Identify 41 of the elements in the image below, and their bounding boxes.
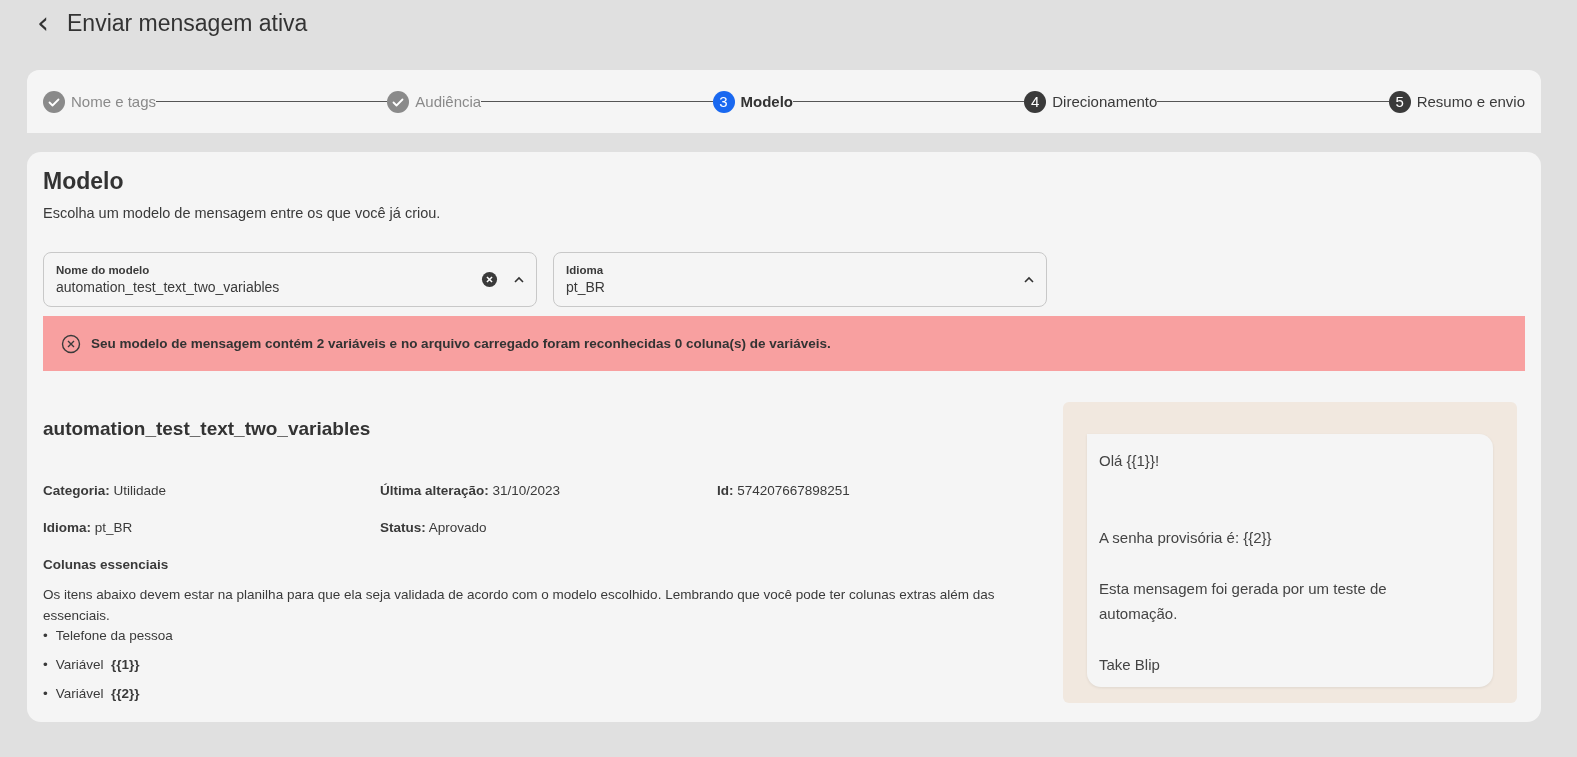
error-message: Seu modelo de mensagem contém 2 variáveis e no arquivo carregado foram reconhecidas 0 coluna(s) de variáveis. <box>91 336 831 351</box>
step-label: Modelo <box>740 93 793 110</box>
select-field[interactable]: Idioma pt_BR <box>553 252 1047 307</box>
back-button[interactable]: ‹ <box>33 8 53 38</box>
bullet: • <box>43 656 48 674</box>
step-label: Direcionamento <box>1052 93 1158 110</box>
template-name: automation_test_text_two_variables <box>43 418 372 440</box>
detail-text: Id: 574207667898251 <box>717 483 851 498</box>
bullet: • <box>43 685 48 703</box>
step-label: Nome e tags <box>71 93 157 110</box>
section-title: Modelo <box>43 168 125 195</box>
column-item: Variável {{2}} <box>55 685 140 703</box>
field-value: pt_BR <box>566 279 606 295</box>
check-icon <box>43 90 65 113</box>
field-label: Nome do modelo <box>56 264 151 276</box>
detail-text: Categoria: Utilidade <box>43 483 168 498</box>
step-number: 5 <box>1388 90 1411 113</box>
detail-text: Status: Aprovado <box>380 520 488 535</box>
clear-icon[interactable] <box>481 271 498 288</box>
step-item[interactable]: 3 Modelo <box>712 90 793 113</box>
section-subtitle: Escolha um modelo de mensagem entre os que você já criou. <box>43 205 442 221</box>
detail-text: Idioma: pt_BR <box>43 520 134 535</box>
page-title: Enviar mensagem ativa <box>67 9 308 37</box>
check-icon <box>387 90 410 113</box>
select-field[interactable]: Nome do modelo automation_test_text_two_variables <box>43 252 537 307</box>
column-item: Variável {{1}} <box>55 656 140 674</box>
column-item: Telefone da pessoa <box>55 627 173 645</box>
step-number: 3 <box>712 90 735 113</box>
columns-title: Colunas essenciais <box>43 557 170 572</box>
step-item[interactable]: 4 Direcionamento <box>1024 90 1158 113</box>
field-label: Idioma <box>566 264 605 276</box>
field-value: automation_test_text_two_variables <box>56 279 281 295</box>
step-label: Resumo e envio <box>1416 93 1526 110</box>
bullet: • <box>43 627 48 645</box>
detail-text: Última alteração: 31/10/2023 <box>380 483 562 498</box>
step-number: 4 <box>1024 90 1047 113</box>
message-text: Olá {{1}}! A senha provisória é: {{2}} Esta mensagem foi gerada por um teste de automação. Take Blip <box>1099 451 1388 675</box>
columns-description: Os itens abaixo devem estar na planilha para que ela seja validada de acordo com o modelo escolhido. Lembrando que você pode ter colunas extras além das essenciais. <box>43 586 996 625</box>
step-label: Audiência <box>415 93 482 110</box>
step-item[interactable]: 5 Resumo e envio <box>1388 90 1526 113</box>
error-icon <box>61 333 81 354</box>
